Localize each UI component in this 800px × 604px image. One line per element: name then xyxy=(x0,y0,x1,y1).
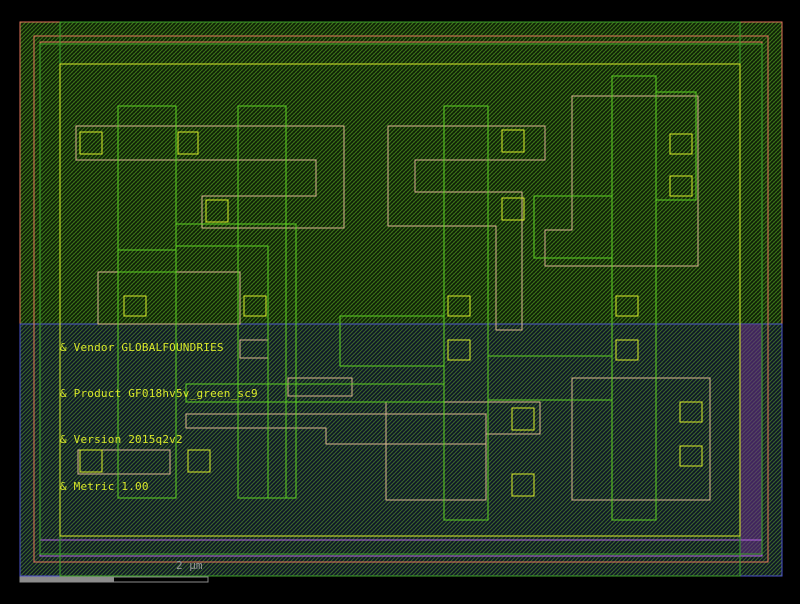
vendor-label: & Vendor GLOBALFOUNDRIES xyxy=(60,341,224,354)
metric-label: & Metric 1.00 xyxy=(60,480,149,493)
cell-layout-drawing xyxy=(19,21,783,583)
scale-bar-label: 2 µm xyxy=(176,559,203,572)
layout-canvas: & Vendor GLOBALFOUNDRIES & Product GF018… xyxy=(0,0,800,600)
scale-bar-fill xyxy=(20,577,114,582)
purple-boundary xyxy=(740,324,762,556)
version-label: & Version 2015q2v2 xyxy=(60,433,183,446)
nwell-region xyxy=(19,21,783,325)
product-label: & Product GF018hv5v_green_sc9 xyxy=(60,387,258,400)
